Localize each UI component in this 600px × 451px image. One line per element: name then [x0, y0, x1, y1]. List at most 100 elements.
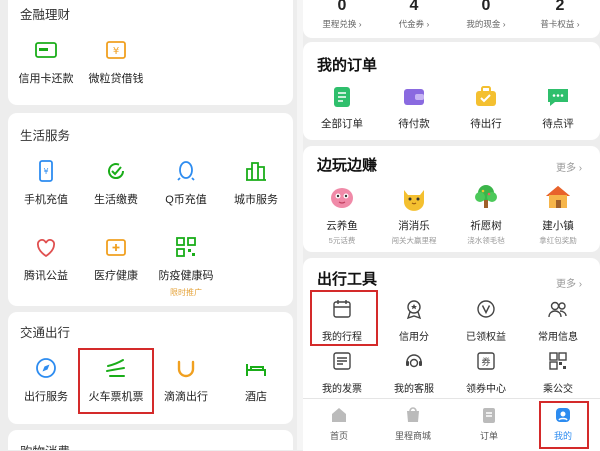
qcoin-recharge-label: Q币充值 — [151, 191, 221, 207]
tencent-charity-label: 腾讯公益 — [11, 267, 81, 283]
games-more-link[interactable]: 更多 › — [556, 159, 582, 174]
games-card: 边玩边赚 更多 › 云养鱼 5元话费 消消乐 闯关大赢里程 祈愿树 浇水领毛毡 … — [303, 146, 600, 252]
medical-health-label: 医疗健康 — [81, 267, 151, 283]
match-game-sub: 闯关大赢里程 — [378, 235, 450, 246]
all-orders-button[interactable]: 全部订单 — [306, 84, 378, 131]
phone-recharge-label: 手机充值 — [11, 191, 81, 207]
charity-icon — [34, 235, 58, 259]
wish-tree-button[interactable]: 祈愿树 浇水领毛毡 — [450, 182, 522, 246]
life-services-title: 生活服务 — [20, 125, 70, 144]
highlight-tab-mine — [539, 401, 589, 449]
hotel-label: 酒店 — [221, 388, 291, 404]
voucher-label: 代金券 › — [379, 18, 449, 30]
medical-icon — [104, 235, 128, 259]
tree-icon — [471, 182, 501, 212]
credit-card-icon — [34, 38, 58, 62]
document-icon — [329, 84, 355, 110]
card-benefits-stat[interactable]: 2 普卡权益 › — [525, 0, 595, 30]
house-icon — [543, 182, 573, 212]
comment-icon — [545, 84, 571, 110]
microloan-button[interactable]: ¥ 微粒贷借钱 — [81, 38, 151, 86]
cat-icon — [399, 182, 429, 212]
my-invoices-label: 我的发票 — [306, 380, 378, 395]
city-services-button[interactable]: 城市服务 — [221, 159, 291, 207]
didi-ride-label: 滴滴出行 — [151, 388, 221, 404]
credit-score-label: 信用分 — [378, 328, 450, 343]
credit-card-repay-button[interactable]: 信用卡还款 — [11, 38, 81, 86]
tencent-charity-button[interactable]: 腾讯公益 — [11, 235, 81, 283]
shopping-title: 购物消费 — [20, 441, 70, 450]
build-town-sub: 拿红包奖励 — [522, 235, 594, 246]
cash-value: 0 — [451, 0, 521, 14]
wish-tree-label: 祈愿树 — [450, 218, 522, 233]
tab-orders[interactable]: 订单 — [459, 405, 519, 442]
bus-icon — [547, 350, 569, 372]
hotel-button[interactable]: 酒店 — [221, 356, 291, 404]
match-game-label: 消消乐 — [378, 218, 450, 233]
stats-card: 0 里程兑换 › 4 代金券 › 0 我的现金 › 2 普卡权益 › — [303, 0, 600, 38]
hotel-icon — [244, 356, 268, 380]
tab-home-label: 首页 — [309, 429, 369, 442]
travel-service-button[interactable]: 出行服务 — [11, 356, 81, 404]
wallet-icon — [401, 84, 427, 110]
transport-title: 交通出行 — [20, 322, 70, 341]
invoice-icon — [331, 350, 353, 372]
medical-health-button[interactable]: 医疗健康 — [81, 235, 151, 283]
tab-orders-label: 订单 — [459, 429, 519, 442]
tools-more-link[interactable]: 更多 › — [556, 275, 582, 290]
utility-payment-label: 生活缴费 — [81, 191, 151, 207]
shopping-card: 购物消费 — [8, 430, 293, 450]
build-town-button[interactable]: 建小镇 拿红包奖励 — [522, 182, 594, 246]
tongcheng-mine-panel: 0 里程兑换 › 4 代金券 › 0 我的现金 › 2 普卡权益 › 我的订单 … — [303, 0, 600, 450]
tab-home[interactable]: 首页 — [309, 405, 369, 442]
highlight-my-trips — [310, 290, 378, 346]
credit-score-button[interactable]: 信用分 — [378, 298, 450, 343]
service-icon — [403, 350, 425, 372]
home-icon — [329, 405, 349, 425]
qcoin-recharge-button[interactable]: Q币充值 — [151, 159, 221, 207]
mileage-stat[interactable]: 0 里程兑换 › — [307, 0, 377, 30]
customer-service-button[interactable]: 我的客服 — [378, 350, 450, 395]
card-benefits-value: 2 — [525, 0, 595, 14]
promo-badge: 限时推广 — [151, 287, 221, 298]
svg-text:¥: ¥ — [43, 167, 48, 176]
cash-label: 我的现金 › — [451, 18, 521, 30]
mileage-value: 0 — [307, 0, 377, 14]
mall-icon — [403, 405, 423, 425]
city-icon — [244, 159, 268, 183]
games-title: 边玩边赚 — [317, 154, 377, 175]
didi-ride-button[interactable]: 滴滴出行 — [151, 356, 221, 404]
contacts-icon — [547, 298, 569, 320]
tab-mall-label: 里程商城 — [383, 429, 443, 442]
qq-icon — [174, 159, 198, 183]
voucher-stat[interactable]: 4 代金券 › — [379, 0, 449, 30]
cash-stat[interactable]: 0 我的现金 › — [451, 0, 521, 30]
my-invoices-button[interactable]: 我的发票 — [306, 350, 378, 395]
city-services-label: 城市服务 — [221, 191, 291, 207]
wechat-services-panel: 金融理财 信用卡还款 ¥ 微粒贷借钱 生活服务 ¥ 手机充值 生活缴费 — [0, 0, 300, 450]
suitcase-icon — [473, 84, 499, 110]
coupon-center-button[interactable]: 券 领券中心 — [450, 350, 522, 395]
pending-payment-button[interactable]: 待付款 — [378, 84, 450, 131]
bus-ride-button[interactable]: 乘公交 — [522, 350, 594, 395]
cloud-fish-button[interactable]: 云养鱼 5元话费 — [306, 182, 378, 246]
cloud-fish-sub: 5元话费 — [306, 235, 378, 246]
card-benefits-label: 普卡权益 › — [525, 18, 595, 30]
claimed-benefits-button[interactable]: 已领权益 — [450, 298, 522, 343]
health-code-button[interactable]: 防疫健康码 限时推广 — [151, 235, 221, 298]
didi-icon — [174, 356, 198, 380]
pending-travel-button[interactable]: 待出行 — [450, 84, 522, 131]
credit-card-repay-label: 信用卡还款 — [11, 70, 81, 86]
common-info-button[interactable]: 常用信息 — [522, 298, 594, 343]
pending-travel-label: 待出行 — [450, 116, 522, 131]
travel-service-label: 出行服务 — [11, 388, 81, 404]
qr-code-icon — [174, 235, 198, 259]
utility-payment-button[interactable]: 生活缴费 — [81, 159, 151, 207]
tab-mall[interactable]: 里程商城 — [383, 405, 443, 442]
match-game-button[interactable]: 消消乐 闯关大赢里程 — [378, 182, 450, 246]
bus-ride-label: 乘公交 — [522, 380, 594, 395]
phone-recharge-button[interactable]: ¥ 手机充值 — [11, 159, 81, 207]
coupon-v-icon — [475, 298, 497, 320]
pending-review-label: 待点评 — [522, 116, 594, 131]
pending-review-button[interactable]: 待点评 — [522, 84, 594, 131]
